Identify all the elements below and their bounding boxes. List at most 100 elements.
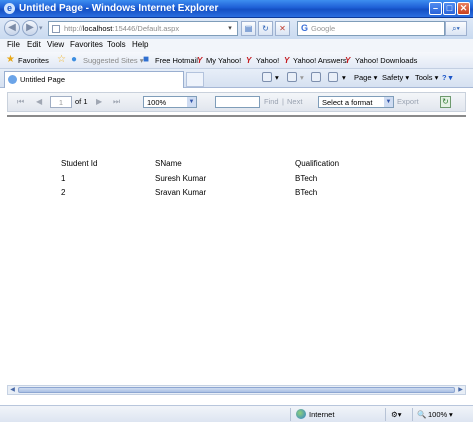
page-menu[interactable]: Page ▾ bbox=[354, 73, 377, 82]
zoom-value: 100% bbox=[147, 98, 167, 107]
zoom-level[interactable]: 100% bbox=[428, 410, 447, 419]
menu-tools[interactable]: Tools bbox=[107, 40, 126, 49]
scroll-right-icon[interactable]: ▶ bbox=[456, 386, 465, 394]
address-dropdown-icon[interactable]: ▾ bbox=[225, 23, 235, 34]
fav-yahoo-answers[interactable]: Yahoo! Answers bbox=[293, 56, 347, 65]
table-cell: Suresh Kumar bbox=[155, 174, 207, 183]
safety-menu[interactable]: Safety ▾ bbox=[382, 73, 409, 82]
address-url[interactable]: http://localhost:15446/Default.aspx bbox=[64, 24, 179, 33]
search-icon[interactable]: ⌕▾ bbox=[445, 21, 467, 36]
home-dropdown-icon[interactable]: ▾ bbox=[275, 73, 279, 82]
help-icon[interactable]: ? ▾ bbox=[442, 73, 452, 82]
export-link[interactable]: Export bbox=[397, 97, 419, 106]
scrollbar-thumb[interactable] bbox=[18, 387, 455, 393]
search-placeholder: Google bbox=[311, 24, 336, 33]
find-link[interactable]: Find bbox=[264, 97, 279, 106]
zoom-select[interactable]: 100% ▼ bbox=[143, 96, 197, 108]
globe-icon bbox=[296, 409, 306, 419]
suggested-sites-link[interactable]: Suggested Sites ▾ bbox=[83, 56, 143, 65]
table-cell: Sravan Kumar bbox=[155, 188, 207, 197]
fav-my-yahoo[interactable]: My Yahoo! bbox=[206, 56, 241, 65]
address-bar-row: ◀ ▶ ▾ http://localhost:15446/Default.asp… bbox=[0, 18, 473, 39]
yahoo-icon: Y bbox=[197, 56, 203, 65]
window-title: Untitled Page - Windows Internet Explore… bbox=[19, 3, 219, 14]
table-cell: 2 bbox=[61, 188, 66, 197]
status-divider bbox=[385, 408, 386, 421]
back-button[interactable]: ◀ bbox=[4, 20, 20, 36]
search-input[interactable]: G Google bbox=[297, 21, 445, 36]
find-separator: | bbox=[282, 97, 284, 106]
print-icon[interactable] bbox=[328, 72, 338, 82]
tab-label: Untitled Page bbox=[20, 75, 66, 84]
recent-pages-dropdown-icon[interactable]: ▾ bbox=[39, 24, 43, 32]
tools-menu[interactable]: Tools ▾ bbox=[415, 73, 438, 82]
fav-yahoo-downloads[interactable]: Yahoo! Downloads bbox=[355, 56, 417, 65]
export-format-value: Select a format bbox=[322, 98, 373, 107]
add-favorite-icon[interactable]: ☆ bbox=[57, 54, 66, 65]
status-divider bbox=[412, 408, 413, 421]
compatibility-view-icon[interactable]: ▤ bbox=[241, 21, 256, 36]
next-page-icon[interactable]: ▶ bbox=[96, 97, 102, 106]
table-cell: 1 bbox=[61, 174, 66, 183]
fav-yahoo[interactable]: Yahoo! bbox=[256, 56, 279, 65]
protected-mode-icon[interactable]: ⚙▾ bbox=[391, 410, 402, 419]
horizontal-scrollbar[interactable]: ◀ ▶ bbox=[7, 385, 466, 395]
menu-favorites[interactable]: Favorites bbox=[70, 40, 103, 49]
refresh-icon[interactable]: ↻ bbox=[258, 21, 273, 36]
security-zone-label: Internet bbox=[309, 410, 335, 419]
scroll-left-icon[interactable]: ◀ bbox=[8, 386, 17, 394]
minimize-button[interactable]: – bbox=[429, 2, 442, 15]
first-page-icon[interactable]: ⏮ bbox=[17, 97, 24, 107]
maximize-button[interactable]: □ bbox=[443, 2, 456, 15]
ie-logo-icon: e bbox=[4, 3, 15, 14]
tab-row: Untitled Page ▾ ▾ ▾ Page ▾ Safety ▾ Tool… bbox=[0, 69, 473, 88]
find-text-input[interactable] bbox=[215, 96, 260, 108]
menu-file[interactable]: File bbox=[7, 40, 20, 49]
suggested-sites-icon: ● bbox=[71, 54, 78, 65]
find-next-link[interactable]: Next bbox=[287, 97, 302, 106]
table-cell: BTech bbox=[295, 188, 318, 197]
column-header-sname: SName bbox=[155, 159, 182, 168]
chevron-down-icon: ▼ bbox=[384, 97, 393, 107]
print-dropdown-icon[interactable]: ▾ bbox=[342, 73, 346, 82]
report-viewer-toolbar: ⏮ ◀ 1 of 1 ▶ ⏭ 100% ▼ Find | Next Select… bbox=[7, 92, 466, 112]
favorites-button[interactable]: Favorites bbox=[18, 56, 49, 65]
zoom-dropdown-icon[interactable]: ▾ bbox=[449, 410, 453, 419]
ie-page-icon bbox=[8, 75, 17, 84]
yahoo-icon: Y bbox=[284, 56, 290, 65]
forward-button[interactable]: ▶ bbox=[22, 20, 38, 36]
status-bar: Internet ⚙▾ 🔍 100% ▾ bbox=[0, 405, 473, 422]
fav-free-hotmail[interactable]: Free Hotmail bbox=[155, 56, 198, 65]
favorites-star-icon: ★ bbox=[6, 54, 15, 65]
new-tab-button[interactable] bbox=[186, 72, 204, 87]
tab-untitled-page[interactable]: Untitled Page bbox=[4, 71, 184, 88]
refresh-report-icon[interactable]: ↻ bbox=[440, 96, 451, 108]
page-number-input[interactable]: 1 bbox=[50, 96, 72, 108]
yahoo-icon: Y bbox=[246, 56, 252, 65]
last-page-icon[interactable]: ⏭ bbox=[113, 97, 120, 107]
address-field[interactable]: http://localhost:15446/Default.aspx ▾ bbox=[48, 21, 238, 36]
menu-bar: File Edit View Favorites Tools Help bbox=[0, 39, 473, 52]
previous-page-icon[interactable]: ◀ bbox=[36, 97, 42, 106]
title-bar: e Untitled Page - Windows Internet Explo… bbox=[0, 0, 473, 18]
report-content: Student Id SName Qualification 1 Suresh … bbox=[7, 117, 466, 383]
google-logo-icon: G bbox=[301, 23, 309, 33]
chevron-down-icon: ▼ bbox=[187, 97, 196, 107]
column-header-qualification: Qualification bbox=[295, 159, 340, 168]
stop-icon[interactable]: ✕ bbox=[275, 21, 290, 36]
zoom-icon[interactable]: 🔍 bbox=[417, 410, 426, 419]
page-icon bbox=[52, 25, 60, 33]
home-icon[interactable] bbox=[262, 72, 272, 82]
menu-edit[interactable]: Edit bbox=[27, 40, 41, 49]
yahoo-icon: Y bbox=[345, 56, 351, 65]
feeds-icon[interactable] bbox=[287, 72, 297, 82]
feeds-dropdown-icon[interactable]: ▾ bbox=[300, 73, 304, 82]
menu-view[interactable]: View bbox=[47, 40, 64, 49]
hotmail-icon: ■ bbox=[143, 54, 150, 65]
favorites-bar: ★ Favorites ☆ ● Suggested Sites ▾ ■ Free… bbox=[0, 52, 473, 69]
table-cell: BTech bbox=[295, 174, 318, 183]
close-button[interactable]: ✕ bbox=[457, 2, 470, 15]
menu-help[interactable]: Help bbox=[132, 40, 148, 49]
export-format-select[interactable]: Select a format ▼ bbox=[318, 96, 394, 108]
read-mail-icon[interactable] bbox=[311, 72, 321, 82]
